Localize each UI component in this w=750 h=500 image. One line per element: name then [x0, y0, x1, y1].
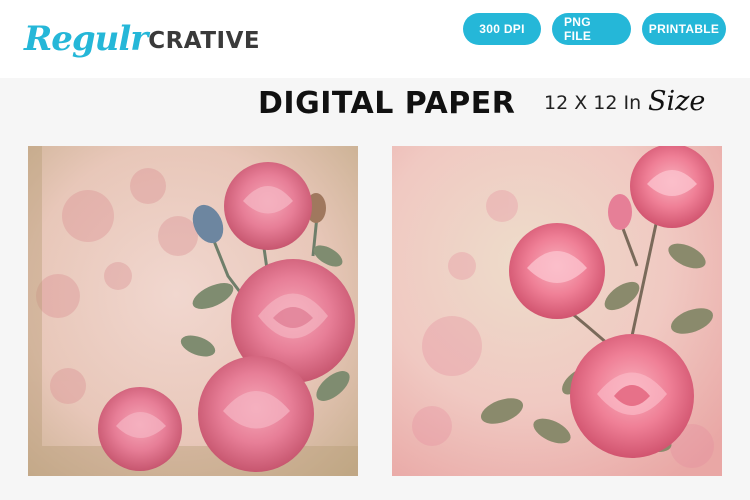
- rose-paper-1-image: [28, 146, 358, 476]
- size-label: Size: [648, 86, 706, 117]
- brand-script-text: Regulr: [24, 19, 148, 59]
- digital-paper-preview-1[interactable]: [28, 146, 358, 476]
- badge-dpi: 300 DPI: [463, 13, 541, 45]
- badge-file-type: PNG FILE: [552, 13, 631, 45]
- size-dimensions: 12 X 12 In: [544, 92, 642, 114]
- rose-paper-2-image: [392, 146, 722, 476]
- page-title: DIGITAL PAPER: [258, 86, 516, 121]
- badge-group: 300 DPI PNG FILE PRINTABLE: [463, 13, 726, 45]
- header-bar: Regulr CRATIVE 300 DPI PNG FILE PRINTABL…: [0, 0, 750, 78]
- digital-paper-preview-2[interactable]: [392, 146, 722, 476]
- brand-logo[interactable]: Regulr CRATIVE: [24, 6, 260, 56]
- brand-bold-text: CRATIVE: [148, 28, 261, 54]
- badge-printable: PRINTABLE: [642, 13, 726, 45]
